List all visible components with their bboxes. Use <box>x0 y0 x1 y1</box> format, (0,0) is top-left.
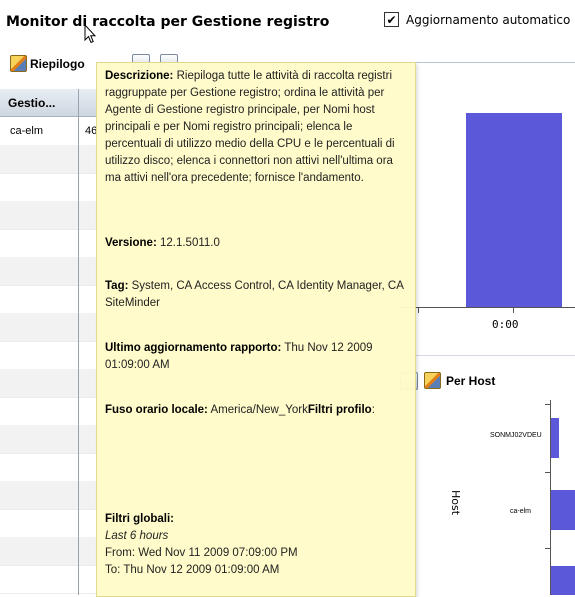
axis-tick <box>545 548 551 549</box>
page-title: Monitor di raccolta per Gestione registr… <box>6 14 330 30</box>
chart-tick-label: 0:00 <box>492 318 519 331</box>
global-range: Last 6 hours <box>105 530 169 542</box>
host-bar <box>551 566 575 595</box>
per-host-axis-title: Host <box>449 490 462 516</box>
table-row <box>0 369 100 398</box>
chart-x-axis <box>400 307 575 308</box>
table-row <box>0 341 100 370</box>
table-row <box>0 145 100 174</box>
version-value: 12.1.5011.0 <box>159 237 220 249</box>
grid-column-divider[interactable] <box>78 89 79 595</box>
row-host-cell: ca-elm <box>10 125 44 137</box>
table-row <box>0 257 100 286</box>
axis-tick <box>545 404 551 405</box>
description-label: Descrizione: <box>105 70 174 82</box>
version-label: Versione: <box>105 237 157 249</box>
tooltip-global-filters: Filtri globali: Last 6 hours From: Wed N… <box>105 511 407 579</box>
pencil-edit-icon <box>10 55 27 72</box>
table-row <box>0 285 100 314</box>
table-row <box>0 565 100 594</box>
tooltip-description: Descrizione: Riepiloga tutte le attività… <box>105 68 407 187</box>
tooltip-tags: Tag: System, CA Access Control, CA Ident… <box>105 278 407 312</box>
table-row <box>0 397 100 426</box>
tooltip-timezone: Fuso orario locale: America/New_YorkFilt… <box>105 402 407 419</box>
host-label: ca-elm <box>510 508 532 515</box>
description-text: Riepiloga tutte le attività di raccolta … <box>105 70 395 184</box>
table-row <box>0 537 100 566</box>
check-icon: ✔ <box>386 12 397 27</box>
chart-bar <box>466 113 562 307</box>
panel-divider <box>400 355 575 356</box>
table-row <box>0 509 100 538</box>
tags-label: Tag: <box>105 280 129 292</box>
report-info-tooltip: Descrizione: Riepiloga tutte le attività… <box>96 62 416 597</box>
tags-value: System, CA Access Control, CA Identity M… <box>105 280 404 309</box>
last-update-label: Ultimo aggiornamento rapporto: <box>105 342 282 354</box>
mouse-pointer-icon <box>84 24 96 44</box>
log-manager-grid: Gestio... ca-elm 46 <box>0 89 100 595</box>
grid-column-header-label: Gestio... <box>8 96 56 110</box>
pencil-edit-icon <box>424 372 441 389</box>
grid-column-header[interactable]: Gestio... <box>0 89 100 117</box>
timezone-label: Fuso orario locale: <box>105 404 208 416</box>
tooltip-last-update: Ultimo aggiornamento rapporto: Thu Nov 1… <box>105 340 407 374</box>
table-row <box>0 453 100 482</box>
chart-tick <box>418 307 419 313</box>
per-host-label: Per Host <box>446 373 496 388</box>
host-bar <box>551 418 559 458</box>
auto-update-toggle[interactable]: ✔ Aggiornamento automatico <box>384 12 570 27</box>
global-filters-label: Filtri globali: <box>105 513 174 525</box>
auto-update-checkbox[interactable]: ✔ <box>384 12 399 27</box>
table-row <box>0 481 100 510</box>
auto-update-label: Aggiornamento automatico <box>406 12 571 27</box>
axis-tick <box>545 472 551 473</box>
table-row <box>0 425 100 454</box>
table-row <box>0 173 100 202</box>
per-host-panel-title[interactable]: Per Host <box>424 372 495 389</box>
table-row[interactable]: ca-elm 46 <box>0 117 100 146</box>
timezone-value: America/New_York <box>210 404 308 416</box>
profile-filters-label: Filtri profilo <box>307 404 372 416</box>
profile-filters-colon: : <box>371 404 375 416</box>
host-label: SONMJ02VDEU <box>490 432 542 439</box>
summary-label: Riepilogo <box>30 56 85 71</box>
host-bar <box>551 490 575 530</box>
global-from: From: Wed Nov 11 2009 07:09:00 PM <box>105 547 298 559</box>
table-row <box>0 313 100 342</box>
tooltip-version: Versione: 12.1.5011.0 <box>105 235 407 252</box>
summary-button[interactable]: Riepilogo <box>10 55 85 72</box>
global-to: To: Thu Nov 12 2009 01:09:00 AM <box>105 564 280 576</box>
table-row <box>0 229 100 258</box>
table-row <box>0 201 100 230</box>
chart-tick <box>513 307 514 313</box>
